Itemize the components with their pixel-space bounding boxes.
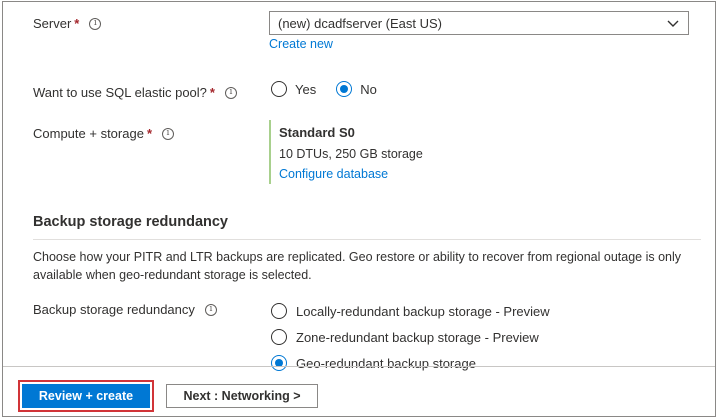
divider — [33, 239, 701, 240]
footer-divider — [3, 366, 715, 367]
radio-label: Zone-redundant backup storage - Preview — [296, 329, 539, 345]
elastic-pool-radio-group: Yes No — [271, 81, 377, 97]
next-networking-button[interactable]: Next : Networking > — [166, 384, 318, 408]
radio-label: Geo-redundant backup storage — [296, 355, 476, 371]
compute-label-row: Compute + storage * i — [33, 126, 174, 141]
info-icon[interactable]: i — [162, 127, 174, 140]
elastic-pool-label: Want to use SQL elastic pool? — [33, 85, 207, 100]
info-icon[interactable]: i — [204, 303, 217, 316]
backup-label: Backup storage redundancy — [33, 302, 195, 317]
radio-label: Locally-redundant backup storage - Previ… — [296, 303, 550, 319]
radio-label: No — [360, 81, 377, 97]
backup-description: Choose how your PITR and LTR backups are… — [33, 250, 682, 282]
info-icon[interactable]: i — [224, 86, 237, 99]
info-icon[interactable]: i — [89, 17, 102, 30]
elastic-pool-yes-option[interactable]: Yes — [271, 81, 316, 97]
server-dropdown-value: (new) dcadfserver (East US) — [278, 15, 442, 31]
radio-label: Yes — [295, 81, 317, 97]
backup-option-zone-redundant[interactable]: Zone-redundant backup storage - Preview — [271, 324, 550, 350]
required-marker: * — [74, 16, 80, 31]
backup-radio-group: Locally-redundant backup storage - Previ… — [271, 298, 550, 376]
compute-summary: Standard S0 10 DTUs, 250 GB storage Conf… — [269, 120, 423, 184]
radio-button-yes[interactable] — [271, 81, 287, 97]
server-label-row: Server * i — [33, 16, 102, 31]
backup-option-geo-redundant[interactable]: Geo-redundant backup storage — [271, 350, 550, 376]
backup-option-locally-redundant[interactable]: Locally-redundant backup storage - Previ… — [271, 298, 550, 324]
required-marker: * — [146, 126, 152, 141]
chevron-down-icon — [667, 20, 679, 27]
section-heading: Backup storage redundancy — [33, 214, 228, 230]
compute-detail: 10 DTUs, 250 GB storage — [279, 147, 423, 161]
required-marker: * — [209, 85, 215, 100]
configure-database-link[interactable]: Configure database — [279, 167, 423, 181]
radio-button-zone-redundant[interactable] — [271, 329, 287, 345]
elastic-pool-no-option[interactable]: No — [336, 81, 377, 97]
review-create-button[interactable]: Review + create — [18, 380, 154, 412]
create-new-link[interactable]: Create new — [269, 37, 333, 51]
radio-button-locally-redundant[interactable] — [271, 303, 287, 319]
compute-label: Compute + storage — [33, 126, 144, 141]
radio-button-no[interactable] — [336, 81, 353, 97]
server-dropdown[interactable]: (new) dcadfserver (East US) — [269, 11, 689, 35]
form-panel: Server * i (new) dcadfserver (East US) C… — [2, 1, 716, 417]
radio-button-geo-redundant[interactable] — [271, 355, 287, 371]
server-label: Server — [33, 16, 72, 31]
elastic-pool-label-row: Want to use SQL elastic pool? * i — [33, 85, 237, 100]
compute-tier: Standard S0 — [279, 125, 355, 140]
backup-label-row: Backup storage redundancy i — [33, 302, 217, 317]
